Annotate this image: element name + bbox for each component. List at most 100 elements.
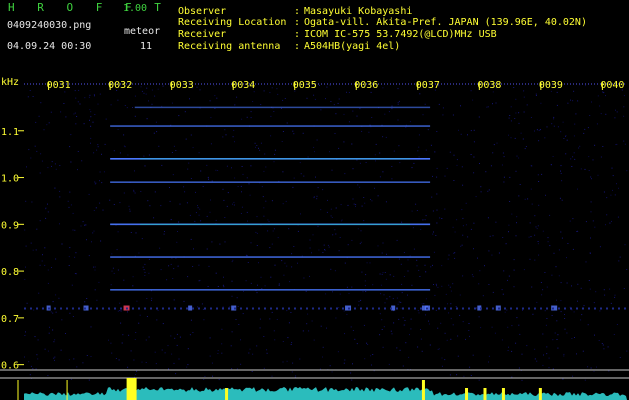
noise-speck [77, 101, 79, 103]
noise-speck [619, 256, 621, 258]
noise-speck [64, 91, 66, 93]
noise-speck [247, 220, 248, 222]
noise-speck [154, 95, 156, 97]
noise-speck [623, 115, 625, 117]
noise-speck [409, 334, 410, 336]
noise-speck [193, 248, 194, 250]
noise-speck [478, 116, 480, 118]
noise-speck [594, 144, 596, 146]
noise-speck [75, 252, 77, 254]
noise-speck [134, 95, 136, 97]
noise-speck [594, 334, 595, 336]
noise-speck [556, 104, 558, 106]
noise-speck [363, 220, 365, 222]
noise-speck [134, 170, 135, 172]
noise-speck [597, 95, 599, 97]
noise-speck [536, 301, 538, 303]
noise-speck [417, 310, 419, 312]
noise-speck [186, 366, 188, 368]
noise-speck [69, 247, 71, 249]
noise-speck [52, 329, 54, 331]
noise-speck [312, 234, 314, 236]
noise-speck [572, 248, 574, 250]
noise-speck [461, 244, 463, 246]
noise-speck [232, 203, 233, 205]
noise-speck [221, 328, 223, 330]
noise-speck [540, 102, 542, 104]
noise-speck [70, 134, 72, 136]
noise-speck [550, 164, 552, 166]
noise-speck [525, 146, 527, 147]
noise-speck [315, 176, 316, 178]
noise-speck [433, 284, 434, 285]
noise-speck [240, 339, 241, 341]
noise-speck [160, 269, 162, 271]
noise-speck [146, 87, 148, 89]
noise-speck [178, 221, 180, 223]
noise-speck [70, 161, 72, 163]
noise-speck [607, 346, 609, 348]
noise-speck [553, 116, 555, 118]
noise-speck [75, 97, 77, 99]
noise-speck [233, 204, 235, 206]
noise-speck [587, 127, 589, 129]
noise-speck [331, 169, 333, 171]
noise-speck [457, 355, 459, 357]
noise-speck [74, 229, 76, 231]
noise-speck [552, 156, 554, 157]
noise-speck [511, 350, 513, 352]
noise-speck [520, 132, 522, 134]
noise-speck [626, 269, 628, 270]
noise-speck [313, 94, 315, 96]
x-tick-label: 0037 [416, 80, 440, 91]
noise-speck [234, 141, 235, 143]
noise-speck [153, 217, 155, 219]
noise-speck [564, 314, 565, 315]
noise-speck [154, 191, 156, 193]
noise-speck [473, 156, 475, 158]
noise-speck [530, 117, 532, 118]
noise-speck [337, 102, 339, 104]
noise-speck [151, 297, 153, 299]
noise-speck [97, 144, 99, 146]
noise-speck [148, 336, 150, 338]
noise-speck [482, 295, 484, 297]
noise-speck [346, 313, 348, 315]
noise-speck [381, 252, 383, 254]
noise-speck [35, 121, 37, 123]
noise-speck [589, 115, 591, 116]
noise-speck [612, 189, 613, 191]
noise-speck [606, 214, 608, 216]
noise-speck [89, 94, 91, 96]
info-key: Receiver [178, 29, 227, 40]
noise-speck [423, 303, 425, 305]
noise-speck [144, 263, 146, 265]
noise-speck [164, 231, 165, 232]
noise-speck [441, 218, 443, 219]
noise-speck [487, 190, 489, 192]
noise-speck [246, 177, 248, 179]
noise-speck [263, 367, 265, 369]
noise-speck [462, 321, 464, 323]
noise-speck [151, 103, 153, 105]
info-row-observer: Observer: Masayuki Kobayashi [178, 6, 412, 17]
noise-speck [492, 103, 493, 105]
noise-speck [39, 264, 41, 266]
noise-speck [248, 183, 250, 185]
noise-speck [380, 284, 382, 286]
noise-speck [365, 274, 367, 276]
noise-speck [507, 326, 509, 328]
noise-speck [424, 264, 426, 266]
noise-speck [55, 258, 57, 260]
noise-speck [202, 308, 204, 310]
noise-speck [285, 200, 287, 202]
noise-speck [385, 278, 387, 280]
noise-speck [45, 217, 47, 219]
noise-speck [382, 136, 384, 138]
noise-speck [326, 86, 328, 88]
noise-speck [141, 90, 143, 92]
noise-speck [38, 292, 40, 294]
noise-speck [224, 241, 226, 243]
noise-speck [252, 101, 254, 102]
noise-speck [496, 142, 498, 144]
